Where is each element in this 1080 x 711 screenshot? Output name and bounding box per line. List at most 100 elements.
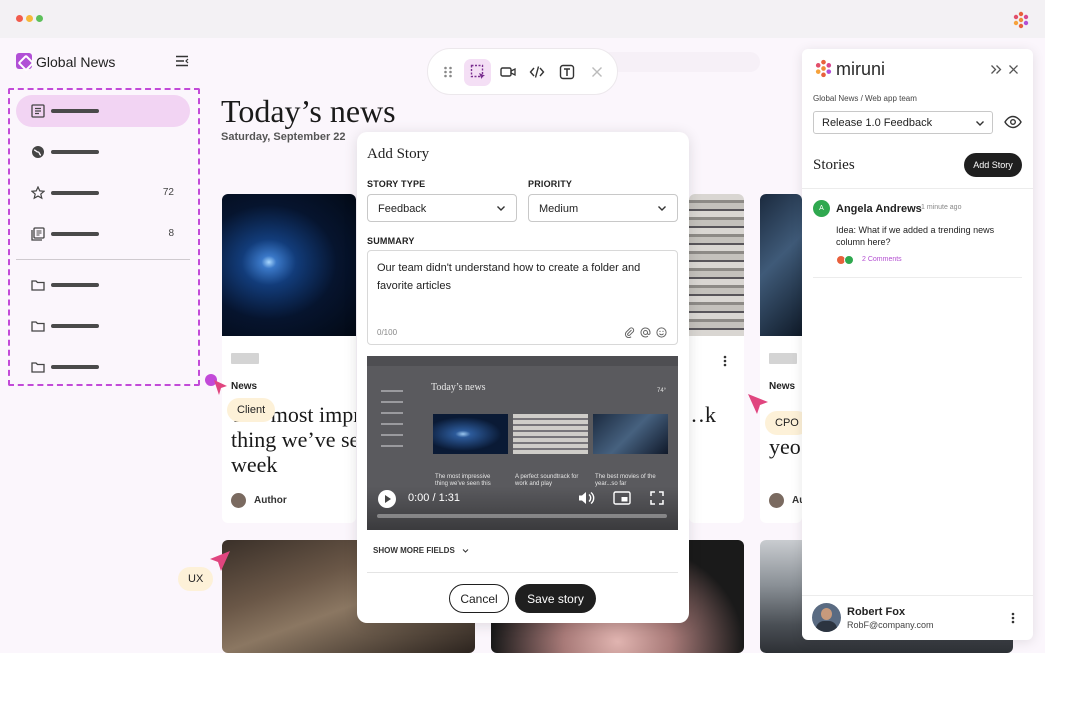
card-tag: News — [231, 381, 258, 392]
sidebar-item-label — [51, 365, 99, 369]
fullscreen-icon[interactable] — [650, 491, 664, 505]
video-record-icon[interactable] — [500, 64, 516, 80]
close-toolbar-icon[interactable] — [589, 64, 605, 80]
minimize-window-dot[interactable] — [26, 15, 33, 22]
play-icon[interactable] — [377, 489, 397, 509]
news-card-2[interactable]: …k — [689, 194, 744, 523]
video-progress-track[interactable] — [377, 514, 667, 518]
picture-in-picture-icon[interactable] — [613, 491, 631, 505]
news-card-1[interactable]: News The most impressive thing we’ve see… — [222, 194, 356, 523]
video-thumb-image-2 — [513, 414, 588, 454]
story-type-select[interactable]: Feedback — [367, 194, 517, 222]
globe-icon — [32, 146, 44, 158]
sidebar-item-news[interactable] — [16, 95, 190, 127]
sidebar-item-label — [51, 191, 99, 195]
close-window-dot[interactable] — [16, 15, 23, 22]
story-avatar: A — [813, 200, 830, 217]
card-image-movie — [760, 194, 802, 336]
sidebar-item-library[interactable]: 8 — [16, 218, 190, 250]
emoji-icon[interactable] — [656, 327, 667, 338]
eye-icon[interactable] — [1004, 115, 1022, 129]
save-story-button[interactable]: Save story — [515, 584, 596, 613]
library-count: 8 — [168, 228, 174, 239]
card-tag: News — [769, 381, 796, 392]
close-panel-icon[interactable] — [1008, 64, 1019, 75]
add-story-button[interactable]: Add Story — [964, 153, 1022, 177]
sidebar-item-label — [51, 150, 99, 154]
folder-icon — [31, 280, 45, 291]
text-tool-icon[interactable] — [559, 64, 575, 80]
stories-heading: Stories — [813, 157, 855, 173]
chevron-down-icon — [658, 206, 666, 211]
video-thumb-image-1 — [433, 414, 508, 454]
video-thumb-title: Today’s news — [431, 382, 486, 393]
attachment-icon[interactable] — [624, 327, 635, 338]
sidebar-item-folder-2[interactable] — [16, 310, 190, 342]
expand-panel-icon[interactable] — [990, 64, 1002, 75]
chevron-down-icon — [497, 206, 505, 211]
miruni-logo-icon[interactable] — [1012, 11, 1030, 29]
panel-brand: miruni — [836, 59, 886, 79]
miruni-logo-icon — [815, 59, 832, 78]
card-author: Au — [792, 495, 802, 506]
sidebar-item-label — [51, 283, 99, 287]
user-avatar[interactable] — [812, 603, 841, 632]
app-window: Global News 72 8 Today’s news Saturday, … — [0, 0, 1045, 653]
show-more-label: SHOW MORE FIELDS — [373, 546, 455, 555]
card-author: Author — [254, 495, 287, 506]
summary-text: Our team didn't understand how to create… — [377, 262, 641, 292]
window-titlebar — [0, 0, 1045, 38]
maximize-window-dot[interactable] — [36, 15, 43, 22]
mention-icon[interactable] — [640, 327, 651, 338]
volume-icon[interactable] — [577, 490, 595, 506]
collapse-sidebar-icon[interactable] — [175, 55, 189, 67]
card-placeholder — [769, 353, 797, 364]
priority-label: PRIORITY — [528, 179, 573, 189]
show-more-fields-toggle[interactable]: SHOW MORE FIELDS — [373, 546, 469, 555]
sidebar-item-label — [51, 232, 99, 236]
folder-icon — [31, 321, 45, 332]
priority-select[interactable]: Medium — [528, 194, 678, 222]
code-icon[interactable] — [529, 64, 545, 80]
global-news-logo-icon — [16, 53, 32, 69]
sidebar-item-world[interactable] — [16, 136, 190, 168]
character-counter: 0/100 — [377, 328, 398, 337]
user-menu-icon[interactable] — [1009, 611, 1017, 625]
drag-handle-icon[interactable] — [440, 64, 456, 80]
summary-label: SUMMARY — [367, 236, 415, 246]
user-email: RobF@company.com — [847, 620, 934, 630]
news-card-3[interactable]: News yeo Au — [760, 194, 802, 523]
summary-textarea[interactable]: Our team didn't understand how to create… — [367, 250, 678, 345]
story-type-label: STORY TYPE — [367, 179, 426, 189]
folder-icon — [31, 362, 45, 373]
page-date: Saturday, September 22 — [221, 131, 346, 143]
sidebar-item-favorites[interactable]: 72 — [16, 177, 190, 209]
card-headline-line-2: thing we’ve seen this — [231, 427, 356, 452]
video-thumb-temp: 74° — [657, 388, 667, 394]
chevron-down-icon — [462, 549, 469, 554]
sidebar-title: Global News — [36, 54, 116, 70]
card-image-books — [689, 194, 744, 336]
card-image-comet — [222, 194, 356, 336]
release-value: Release 1.0 Feedback — [822, 117, 933, 129]
area-select-icon[interactable] — [470, 64, 486, 80]
story-time: 1 minute ago — [921, 204, 962, 211]
video-preview[interactable]: Today’s news 74° The most impressive thi… — [367, 356, 678, 530]
card-placeholder — [231, 353, 259, 364]
chevron-down-icon — [976, 121, 984, 126]
release-select[interactable]: Release 1.0 Feedback — [813, 111, 993, 134]
author-avatar — [769, 493, 784, 508]
video-time: 0:00 / 1:31 — [408, 492, 460, 504]
story-comments-link[interactable]: 2 Comments — [862, 256, 902, 263]
sidebar-item-folder-3[interactable] — [16, 351, 190, 383]
cancel-button[interactable]: Cancel — [449, 584, 509, 613]
panel-breadcrumb: Global News / Web app team — [813, 94, 917, 103]
capture-toolbar — [427, 48, 618, 95]
miruni-panel: miruni Global News / Web app team Releas… — [802, 49, 1033, 640]
story-type-value: Feedback — [378, 203, 427, 215]
card-more-icon[interactable] — [721, 354, 729, 368]
favorites-count: 72 — [162, 187, 174, 198]
sidebar-item-folder-1[interactable] — [16, 269, 190, 301]
sidebar-item-label — [51, 324, 99, 328]
priority-value: Medium — [539, 203, 579, 215]
